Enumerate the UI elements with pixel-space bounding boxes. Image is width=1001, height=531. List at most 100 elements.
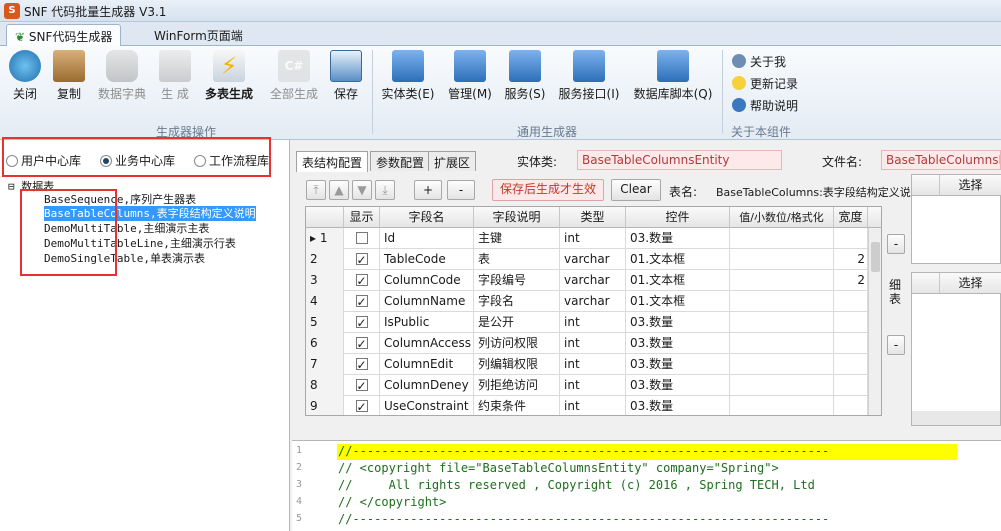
copy-button[interactable]: 复制 — [46, 50, 92, 110]
move-top-button[interactable]: ⤒ — [306, 180, 326, 200]
column-header-desc[interactable]: 字段说明 — [474, 207, 560, 228]
field-cell[interactable]: Id — [380, 228, 474, 249]
generate-all-button[interactable]: C# 全部生成 — [266, 50, 322, 110]
table-row[interactable]: 8 ColumnDeney列拒绝访问int03.数量 — [306, 375, 868, 396]
add-row-button[interactable]: + — [414, 180, 442, 200]
clear-button[interactable]: Clear — [611, 179, 661, 201]
code-preview[interactable]: 1 //-------------------------------------… — [292, 440, 1001, 531]
control-cell[interactable]: 01.文本框 — [626, 291, 730, 312]
width-cell[interactable] — [834, 291, 868, 312]
control-cell[interactable]: 03.数量 — [626, 333, 730, 354]
table-row[interactable]: 4 ColumnName字段名varchar01.文本框 — [306, 291, 868, 312]
show-cell[interactable] — [344, 375, 380, 396]
desc-cell[interactable]: 字段名 — [474, 291, 560, 312]
vertical-scrollbar[interactable] — [868, 228, 881, 415]
remove-row-button[interactable]: - — [447, 180, 475, 200]
table-row[interactable]: 5 IsPublic是公开int03.数量 — [306, 312, 868, 333]
width-cell[interactable] — [834, 333, 868, 354]
control-cell[interactable]: 03.数量 — [626, 228, 730, 249]
control-cell[interactable]: 01.文本框 — [626, 249, 730, 270]
column-header-format[interactable]: 值/小数位/格式化 — [730, 207, 834, 228]
tab-snf-generator[interactable]: ❦ SNF代码生成器 — [6, 24, 122, 46]
help-button[interactable]: 帮助说明 — [732, 96, 798, 116]
columns-grid[interactable]: 显示 字段名 字段说明 类型 控件 值/小数位/格式化 宽度 ▸ 1 Id 主键 in… — [305, 206, 882, 416]
type-cell[interactable]: int — [560, 396, 626, 415]
format-cell[interactable] — [730, 228, 834, 249]
control-cell[interactable]: 03.数量 — [626, 354, 730, 375]
move-up-button[interactable]: ▲ — [329, 180, 349, 200]
detail-table-grid-bottom[interactable]: 选择 — [911, 272, 1001, 426]
changelog-button[interactable]: 更新记录 — [732, 74, 798, 94]
desc-cell[interactable]: 字段编号 — [474, 270, 560, 291]
save-button[interactable]: 保存 — [323, 50, 369, 110]
column-header-type[interactable]: 类型 — [560, 207, 626, 228]
type-cell[interactable]: int — [560, 333, 626, 354]
save-regenerate-button[interactable]: 保存后生成才生效 — [492, 179, 604, 201]
format-cell[interactable] — [730, 312, 834, 333]
field-cell[interactable]: ColumnAccess — [380, 333, 474, 354]
show-cell[interactable] — [344, 249, 380, 270]
type-cell[interactable]: int — [560, 375, 626, 396]
type-cell[interactable]: varchar — [560, 249, 626, 270]
control-cell[interactable]: 01.文本框 — [626, 270, 730, 291]
control-cell[interactable]: 03.数量 — [626, 396, 730, 415]
format-cell[interactable] — [730, 249, 834, 270]
desc-cell[interactable]: 约束条件 — [474, 396, 560, 415]
move-down-button[interactable]: ▼ — [352, 180, 372, 200]
show-checkbox[interactable] — [355, 397, 368, 415]
filename-field[interactable]: BaseTableColumnsEntity.cs — [881, 150, 1001, 170]
field-cell[interactable]: ColumnEdit — [380, 354, 474, 375]
column-header-control[interactable]: 控件 — [626, 207, 730, 228]
generate-button[interactable]: 生 成 — [152, 50, 198, 110]
type-cell[interactable]: int — [560, 354, 626, 375]
field-cell[interactable]: UseConstraint — [380, 396, 474, 415]
radio-workflow[interactable]: 工作流程库 — [194, 152, 269, 169]
table-row[interactable]: 6 ColumnAccess列访问权限int03.数量 — [306, 333, 868, 354]
width-cell[interactable]: 2 — [834, 249, 868, 270]
show-checkbox[interactable] — [355, 232, 368, 244]
entity-field[interactable]: BaseTableColumnsEntity — [577, 150, 782, 170]
desc-cell[interactable]: 主键 — [474, 228, 560, 249]
type-cell[interactable]: int — [560, 228, 626, 249]
format-cell[interactable] — [730, 375, 834, 396]
format-cell[interactable] — [730, 291, 834, 312]
control-cell[interactable]: 03.数量 — [626, 375, 730, 396]
show-checkbox[interactable] — [355, 334, 368, 354]
table-row[interactable]: 9 UseConstraint约束条件int03.数量 — [306, 396, 868, 415]
service-interface-button[interactable]: 服务接口(I) — [553, 50, 625, 110]
type-cell[interactable]: varchar — [560, 270, 626, 291]
db-script-button[interactable]: 数据库脚本(Q) — [628, 50, 718, 110]
table-row[interactable]: ▸ 1 Id 主键 int 03.数量 — [306, 228, 868, 249]
field-cell[interactable]: ColumnCode — [380, 270, 474, 291]
show-cell[interactable] — [344, 354, 380, 375]
width-cell[interactable] — [834, 228, 868, 249]
detail-minus-button[interactable]: - — [887, 234, 905, 254]
show-cell[interactable] — [344, 333, 380, 354]
width-cell[interactable] — [834, 375, 868, 396]
table-row[interactable]: 2 TableCode表varchar01.文本框 2 — [306, 249, 868, 270]
multi-table-generate-button[interactable]: ⚡ 多表生成 — [200, 50, 258, 110]
format-cell[interactable] — [730, 396, 834, 415]
manage-button[interactable]: 管理(M) — [442, 50, 498, 110]
tab-winform[interactable]: WinForm页面端 — [146, 24, 251, 46]
table-row[interactable]: 7 ColumnEdit列编辑权限int03.数量 — [306, 354, 868, 375]
field-cell[interactable]: TableCode — [380, 249, 474, 270]
show-checkbox[interactable] — [355, 292, 368, 312]
tab-extension[interactable]: 扩展区 — [428, 151, 477, 171]
radio-business-center[interactable]: 业务中心库 — [100, 152, 175, 169]
data-dictionary-button[interactable]: 数据字典 — [94, 50, 150, 110]
desc-cell[interactable]: 列访问权限 — [474, 333, 560, 354]
show-checkbox[interactable] — [355, 376, 368, 396]
column-header-field[interactable]: 字段名 — [380, 207, 474, 228]
width-cell[interactable] — [834, 396, 868, 415]
move-bottom-button[interactable]: ⤓ — [375, 180, 395, 200]
field-cell[interactable]: ColumnDeney — [380, 375, 474, 396]
about-button[interactable]: 关于我 — [732, 52, 786, 72]
detail-minus-button-2[interactable]: - — [887, 335, 905, 355]
show-cell[interactable] — [344, 312, 380, 333]
show-cell[interactable] — [344, 291, 380, 312]
horizontal-scrollbar[interactable] — [912, 411, 1000, 425]
width-cell[interactable] — [834, 354, 868, 375]
show-checkbox[interactable] — [355, 271, 368, 291]
desc-cell[interactable]: 列拒绝访问 — [474, 375, 560, 396]
